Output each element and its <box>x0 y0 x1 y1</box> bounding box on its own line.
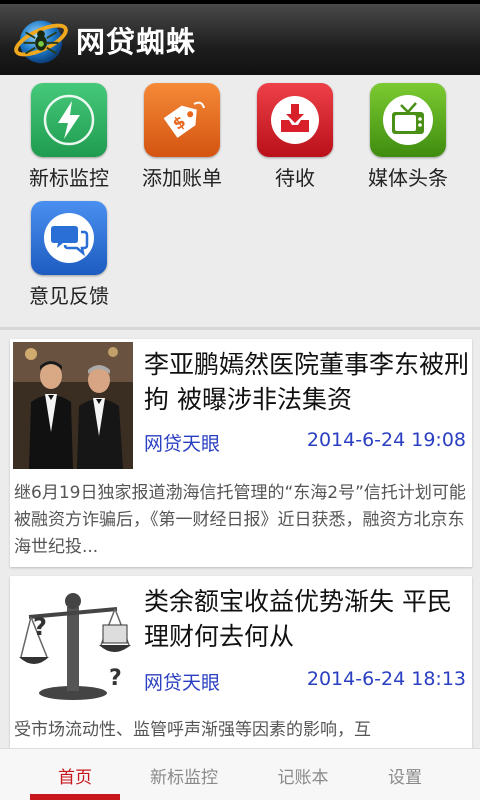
grid-item-feedback[interactable]: 意见反馈 <box>12 193 126 309</box>
news-summary: 受市场流动性、监管呼声渐强等因素的影响，互 <box>14 720 371 740</box>
grid-label-pending-receipt: 待收 <box>275 166 315 190</box>
grid-label-add-bill: 添加账单 <box>142 166 222 190</box>
svg-text:?: ? <box>33 613 47 641</box>
tab-home[interactable]: 首页 <box>15 749 135 800</box>
grid-item-add-bill[interactable]: $ 添加账单 <box>125 75 239 191</box>
news-source: 网贷天眼 <box>144 672 221 694</box>
bottom-navigation: 首页 新标监控 记账本 设置 <box>0 748 480 800</box>
news-title[interactable]: 类余额宝收益优势渐失 平民理财何去何从 <box>144 584 470 654</box>
price-tag-icon: $ <box>163 101 205 138</box>
function-grid: 新标监控 $ 添加账单 待收 媒体头条 意见反馈 <box>0 75 480 327</box>
news-source: 网贷天眼 <box>144 433 221 455</box>
grid-item-media-headlines[interactable]: 媒体头条 <box>351 75 465 191</box>
news-card[interactable]: 李亚鹏嫣然医院董事李东被刑拘 被曝涉非法集资 网贷天眼 2014-6-24 19… <box>10 339 472 567</box>
chat-bubbles-icon <box>44 213 94 263</box>
media-headlines-tile[interactable] <box>370 83 446 157</box>
lightning-icon <box>43 94 95 146</box>
grid-label-feedback: 意见反馈 <box>29 284 109 308</box>
news-time: 2014-6-24 19:08 <box>306 429 466 451</box>
globe-spider-logo-icon <box>14 20 68 63</box>
add-bill-tile[interactable]: $ <box>144 83 220 157</box>
news-thumbnail <box>13 342 133 469</box>
news-summary: 继6月19日独家报道渤海信托管理的“东海2号”信托计划可能被融资方诈骗后，《第一… <box>14 483 466 557</box>
title-bar: 网贷蜘蛛 <box>0 4 480 75</box>
feedback-tile[interactable] <box>31 201 107 275</box>
grid-label-new-bid-monitor: 新标监控 <box>29 166 109 190</box>
grid-item-pending-receipt[interactable]: 待收 <box>238 75 352 191</box>
section-divider <box>0 327 480 330</box>
tab-settings[interactable]: 设置 <box>345 749 465 800</box>
two-men-in-suits-photo <box>13 342 133 469</box>
news-card[interactable]: ? ? 类余额宝收益优势渐失 平民理财何去何从 网贷天眼 2014-6-24 1… <box>10 576 472 748</box>
grid-label-media-headlines: 媒体头条 <box>368 166 448 190</box>
svg-text:?: ? <box>109 666 122 691</box>
news-time: 2014-6-24 18:13 <box>306 668 466 690</box>
download-inbox-icon <box>271 96 319 144</box>
new-bid-monitor-tile[interactable] <box>31 83 107 157</box>
tab-new-bid-monitor[interactable]: 新标监控 <box>124 749 244 800</box>
news-title[interactable]: 李亚鹏嫣然医院董事李东被刑拘 被曝涉非法集资 <box>144 347 470 417</box>
grid-item-new-bid-monitor[interactable]: 新标监控 <box>12 75 126 191</box>
app-title: 网贷蜘蛛 <box>76 24 197 59</box>
tv-icon <box>383 95 433 145</box>
pending-receipt-tile[interactable] <box>257 83 333 157</box>
news-thumbnail: ? ? <box>13 579 133 706</box>
balance-scale-illustration: ? ? <box>13 579 133 706</box>
active-tab-indicator <box>30 794 120 800</box>
